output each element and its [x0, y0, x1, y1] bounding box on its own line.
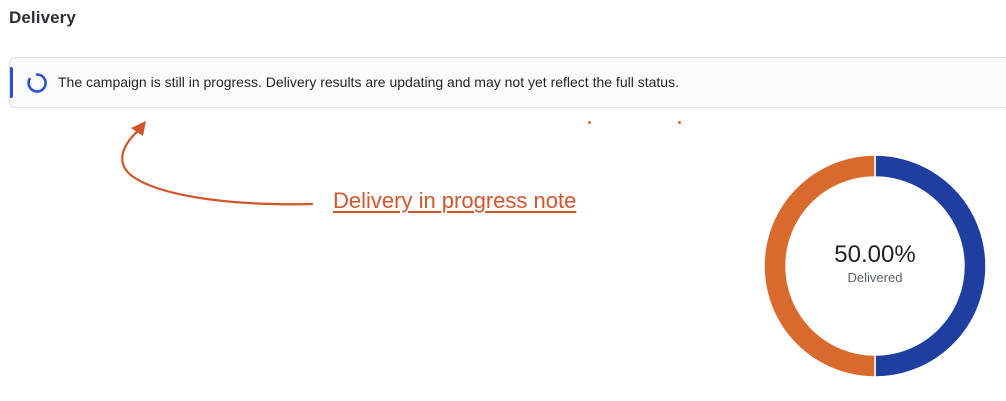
donut-center: 50.00% Delivered — [764, 155, 986, 377]
donut-center-value: 50.00% — [834, 241, 916, 268]
annotation-label: Delivery in progress note — [333, 188, 577, 213]
delivery-panel: Delivery The campaign is still in progre… — [0, 0, 1006, 401]
delivery-donut-chart: 50.00% Delivered — [763, 154, 987, 378]
donut-center-caption: Delivered — [847, 270, 903, 285]
